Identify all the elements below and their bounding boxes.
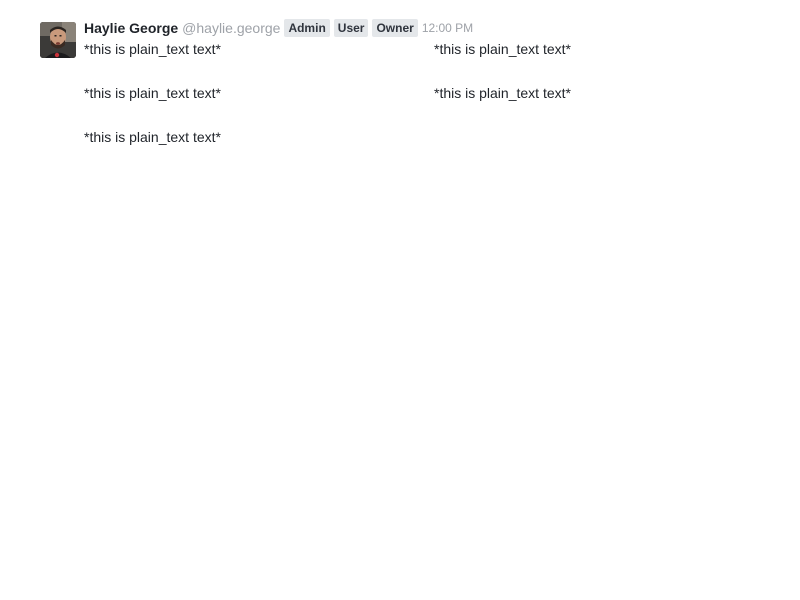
message-blocks: *this is plain_text text* *this is plain… — [84, 39, 760, 171]
plain-text-block: *this is plain_text text* — [84, 129, 221, 145]
plain-text-block: *this is plain_text text* — [84, 41, 221, 57]
plain-text-block: *this is plain_text text* — [434, 85, 571, 101]
message-header: Haylie George @haylie.george Admin User … — [84, 19, 760, 37]
plain-text-block: *this is plain_text text* — [84, 85, 221, 101]
role-tag-owner: Owner — [372, 19, 418, 37]
author-username[interactable]: @haylie.george — [182, 20, 280, 36]
role-tag-admin: Admin — [284, 19, 330, 37]
plain-text-block: *this is plain_text text* — [434, 41, 571, 57]
role-tag-user: User — [333, 19, 369, 37]
author-name[interactable]: Haylie George — [84, 20, 178, 36]
message: Haylie George @haylie.george Admin User … — [40, 19, 760, 171]
avatar-photo-icon — [40, 22, 76, 58]
message-timestamp: 12:00 PM — [421, 21, 474, 35]
message-body: Haylie George @haylie.george Admin User … — [84, 19, 760, 171]
user-avatar[interactable] — [40, 22, 76, 58]
